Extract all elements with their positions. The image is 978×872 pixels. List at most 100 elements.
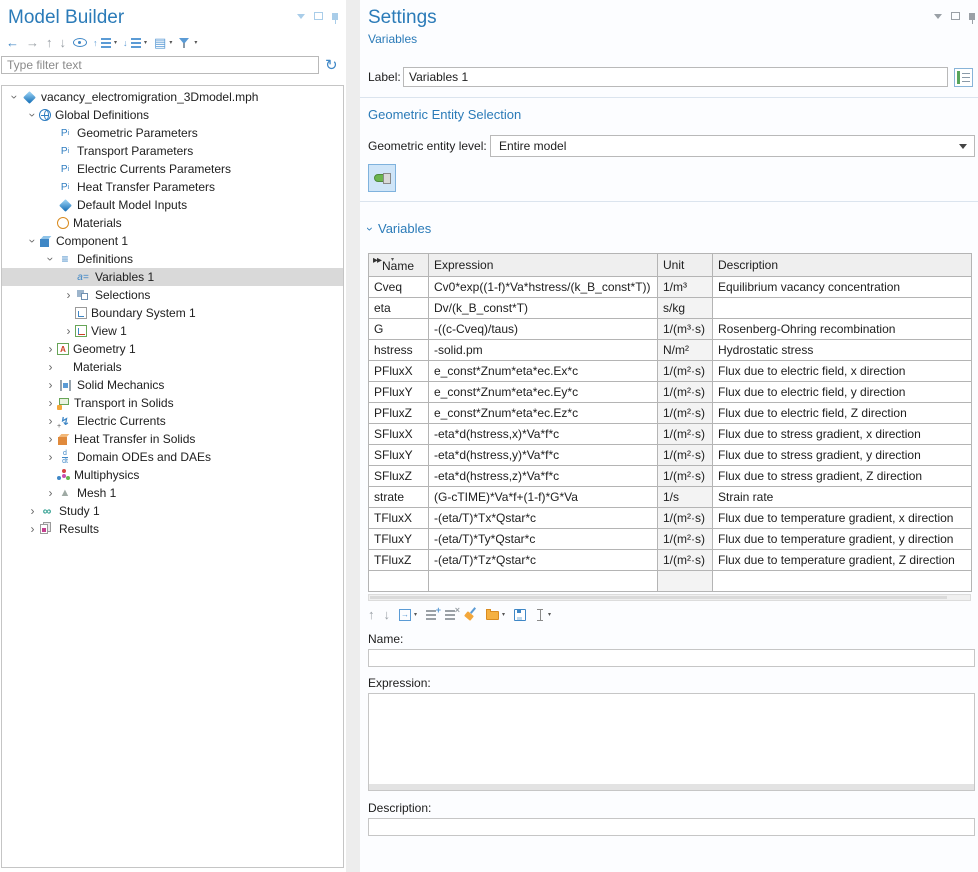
chevron-expanded-icon[interactable]: › <box>45 253 57 266</box>
chevron-collapsed-icon[interactable]: › <box>62 289 75 301</box>
expression-cell[interactable]: -eta*d(hstress,z)*Va*f*c <box>429 466 658 487</box>
tree-item-materials[interactable]: ›Materials <box>2 358 343 376</box>
unit-cell[interactable]: 1/(m²·s) <box>658 466 713 487</box>
description-field-input[interactable] <box>368 818 975 836</box>
unit-cell[interactable]: 1/(m²·s) <box>658 529 713 550</box>
unit-cell[interactable]: 1/(m²·s) <box>658 550 713 571</box>
description-cell[interactable]: Strain rate <box>713 487 972 508</box>
description-cell[interactable]: Flux due to stress gradient, x direction <box>713 424 972 445</box>
name-cell[interactable]: SFluxZ <box>369 466 429 487</box>
move-to-table-button[interactable]: →▾ <box>399 607 417 623</box>
tree-item-results[interactable]: ›Results <box>2 520 343 538</box>
expression-cell[interactable]: e_const*Znum*eta*ec.Ez*c <box>429 403 658 424</box>
unit-cell[interactable] <box>658 571 713 592</box>
expression-cell[interactable]: -eta*d(hstress,x)*Va*f*c <box>429 424 658 445</box>
chevron-collapsed-icon[interactable]: › <box>44 487 57 499</box>
dropdown-caret-icon[interactable]: ▾ <box>194 39 197 46</box>
chevron-collapsed-icon[interactable]: › <box>44 451 57 463</box>
description-cell[interactable]: Rosenberg-Ohring recombination <box>713 319 972 340</box>
chevron-collapsed-icon[interactable]: › <box>62 325 75 337</box>
name-cell[interactable]: eta <box>369 298 429 319</box>
move-up-arrow-button[interactable]: ↑ <box>46 35 53 51</box>
tree-item-definitions[interactable]: ›≡Definitions <box>2 250 343 268</box>
expression-cell[interactable]: (G-cTIME)*Va*f+(1-f)*G*Va <box>429 487 658 508</box>
tree-item-electric-currents[interactable]: ›↯+Electric Currents <box>2 412 343 430</box>
expression-scrollbar[interactable] <box>369 784 974 790</box>
expand-levels-button[interactable]: ↑▾ <box>94 35 117 51</box>
expression-column-header[interactable]: Expression <box>429 254 658 277</box>
dropdown-caret-icon[interactable]: ▾ <box>502 611 505 618</box>
chevron-collapsed-icon[interactable]: › <box>44 433 57 445</box>
back-arrow-button[interactable]: ← <box>6 35 19 51</box>
expression-cell[interactable]: -(eta/T)*Tx*Qstar*c <box>429 508 658 529</box>
filter-input[interactable] <box>1 56 319 74</box>
tree-item-variables-1[interactable]: a=Variables 1 <box>2 268 343 286</box>
label-input[interactable] <box>403 67 948 87</box>
name-cell[interactable]: TFluxX <box>369 508 429 529</box>
unit-cell[interactable]: 1/s <box>658 487 713 508</box>
collapse-chevron-icon[interactable] <box>297 14 305 19</box>
pin-panel-icon[interactable] <box>969 13 975 20</box>
tree-item-view-1[interactable]: ›View 1 <box>2 322 343 340</box>
description-cell[interactable]: Flux due to electric field, y direction <box>713 382 972 403</box>
unit-cell[interactable]: 1/(m²·s) <box>658 382 713 403</box>
chevron-collapsed-icon[interactable]: › <box>26 505 39 517</box>
unit-cell[interactable]: 1/m³ <box>658 277 713 298</box>
unit-cell[interactable]: 1/(m²·s) <box>658 508 713 529</box>
tree-item-transport-parameters[interactable]: PiTransport Parameters <box>2 142 343 160</box>
expression-cell[interactable]: -eta*d(hstress,y)*Va*f*c <box>429 445 658 466</box>
chevron-expanded-icon[interactable]: › <box>27 235 39 248</box>
expression-cell[interactable]: -((c-Cveq)/taus) <box>429 319 658 340</box>
tree-item-electric-currents-parameters[interactable]: PiElectric Currents Parameters <box>2 160 343 178</box>
description-cell[interactable]: Flux due to temperature gradient, Z dire… <box>713 550 972 571</box>
collapse-chevron-icon[interactable] <box>934 14 942 19</box>
filter-funnel-button[interactable]: ▾ <box>179 35 197 51</box>
name-cell[interactable]: Cveq <box>369 277 429 298</box>
unit-cell[interactable]: 1/(m²·s) <box>658 403 713 424</box>
expand-columns-icon[interactable]: ▸▸ <box>373 255 381 266</box>
save-disk-button[interactable] <box>514 607 526 623</box>
pin-panel-icon[interactable] <box>332 13 338 20</box>
tree-item-materials[interactable]: Materials <box>2 214 343 232</box>
panel-divider[interactable] <box>346 0 360 872</box>
name-column-header[interactable]: ▸▸ ▾ Name <box>369 254 429 277</box>
unit-cell[interactable]: 1/(m²·s) <box>658 445 713 466</box>
name-cell[interactable]: PFluxY <box>369 382 429 403</box>
active-selection-toggle-button[interactable] <box>368 164 396 192</box>
chevron-expanded-icon[interactable]: › <box>9 91 21 104</box>
tree-item-study-1[interactable]: ›∞Study 1 <box>2 502 343 520</box>
tree-item-geometry-1[interactable]: ›AGeometry 1 <box>2 340 343 358</box>
chevron-collapsed-icon[interactable]: › <box>44 379 57 391</box>
name-cell[interactable]: G <box>369 319 429 340</box>
variables-section-header[interactable]: › Variables <box>368 221 975 236</box>
expression-cell[interactable]: e_const*Znum*eta*ec.Ex*c <box>429 361 658 382</box>
show-options-icon[interactable] <box>954 68 973 87</box>
unit-cell[interactable]: 1/(m²·s) <box>658 361 713 382</box>
forward-arrow-button[interactable]: → <box>26 35 39 51</box>
table-horizontal-scrollbar[interactable] <box>368 594 971 601</box>
name-cell[interactable]: SFluxY <box>369 445 429 466</box>
description-cell[interactable]: Flux due to electric field, Z direction <box>713 403 972 424</box>
tree-item-domain-odes-and-daes[interactable]: ›ddtDomain ODEs and DAEs <box>2 448 343 466</box>
dropdown-caret-icon[interactable]: ▾ <box>548 611 551 618</box>
load-folder-button[interactable]: ▾ <box>486 607 505 623</box>
description-cell[interactable]: Equilibrium vacancy concentration <box>713 277 972 298</box>
name-cell[interactable]: SFluxX <box>369 424 429 445</box>
delete-row-button[interactable]: × <box>445 607 455 623</box>
name-field-input[interactable] <box>368 649 975 667</box>
name-cell[interactable]: hstress <box>369 340 429 361</box>
move-down-arrow-button[interactable]: ↓ <box>60 35 67 51</box>
chevron-collapsed-icon[interactable]: › <box>44 415 57 427</box>
description-cell[interactable]: Flux due to electric field, x direction <box>713 361 972 382</box>
tree-item-selections[interactable]: ›Selections <box>2 286 343 304</box>
description-cell[interactable]: Flux due to stress gradient, y direction <box>713 445 972 466</box>
description-cell[interactable]: Flux due to temperature gradient, y dire… <box>713 529 972 550</box>
expression-cell[interactable]: Dv/(k_B_const*T) <box>429 298 658 319</box>
tree-item-heat-transfer-in-solids[interactable]: ›Heat Transfer in Solids <box>2 430 343 448</box>
chevron-collapsed-icon[interactable]: › <box>44 397 57 409</box>
chevron-collapsed-icon[interactable]: › <box>26 523 39 535</box>
model-tree-nodes-button[interactable]: ▤▾ <box>154 35 172 51</box>
show-eye-button[interactable] <box>73 35 87 51</box>
name-cell[interactable]: TFluxZ <box>369 550 429 571</box>
tree-item-boundary-system-1[interactable]: Boundary System 1 <box>2 304 343 322</box>
